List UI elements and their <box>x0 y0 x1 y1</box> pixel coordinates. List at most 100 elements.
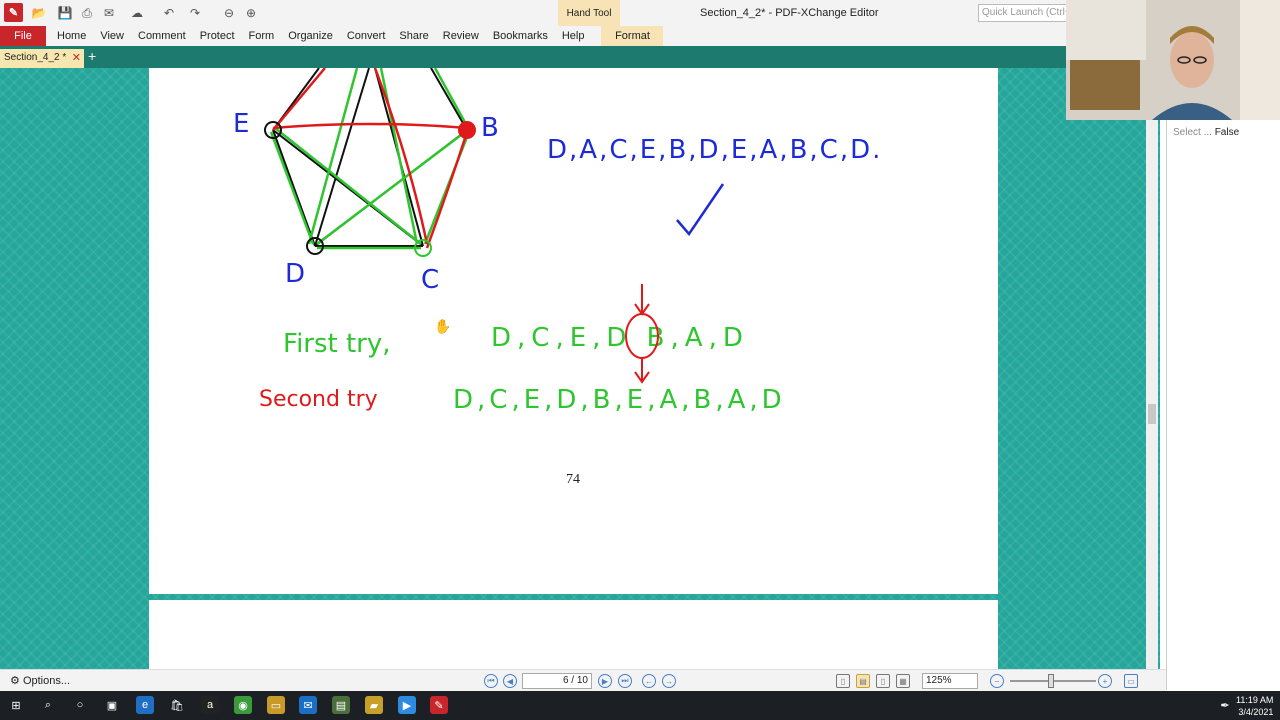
pen-icon[interactable]: ✒ <box>1216 696 1234 714</box>
store-icon[interactable]: 🛍 <box>168 696 186 714</box>
document-tab-label: Section_4_2 * <box>4 52 67 63</box>
hand-cursor-icon: ✋ <box>434 318 452 334</box>
first-page-icon[interactable]: ⏮ <box>484 674 498 688</box>
menu-review[interactable]: Review <box>436 26 486 46</box>
save-icon[interactable]: 💾 <box>56 4 74 22</box>
document-tab[interactable]: Section_4_2 * ✕ <box>0 49 84 68</box>
continuous-facing-view-icon[interactable]: ▦ <box>896 674 910 688</box>
previous-page-icon[interactable]: ◀ <box>503 674 517 688</box>
facing-view-icon[interactable]: ▯ <box>876 674 890 688</box>
continuous-view-icon[interactable]: ▤ <box>856 674 870 688</box>
page-number-input[interactable]: 6 / 10 <box>522 673 592 689</box>
menu-comment[interactable]: Comment <box>131 26 193 46</box>
cortana-icon[interactable]: ○ <box>71 696 89 714</box>
menu-form[interactable]: Form <box>242 26 282 46</box>
app-logo-icon: ✎ <box>4 3 23 22</box>
open-folder-icon[interactable]: 📂 <box>30 4 48 22</box>
menu-protect[interactable]: Protect <box>193 26 242 46</box>
clock-date: 3/4/2021 <box>1238 707 1274 717</box>
first-try-label: First try, <box>283 329 391 359</box>
menu-organize[interactable]: Organize <box>281 26 340 46</box>
quick-launch-input[interactable]: Quick Launch (Ctrl+. <box>978 4 1068 22</box>
print-icon[interactable]: ⎙ <box>78 4 96 22</box>
page-number: 74 <box>566 472 580 487</box>
check-mark-icon <box>676 183 725 237</box>
webcam-image <box>1066 0 1280 120</box>
title-bar: ✎ 📂 💾 ⎙ ✉ ☁ ↶ ↷ ⊖ ⊕ Hand Tool Section_4_… <box>0 0 1068 26</box>
vertex-label-b: B <box>481 113 499 143</box>
back-icon[interactable]: ⊖ <box>220 4 238 22</box>
menu-format[interactable]: Format <box>601 26 664 46</box>
system-clock[interactable]: 11:19 AM 3/4/2021 <box>1236 694 1273 718</box>
forward-icon[interactable]: ⊕ <box>242 4 260 22</box>
pdf-next-page[interactable] <box>149 600 998 669</box>
chrome-icon[interactable]: ◉ <box>234 696 252 714</box>
status-bar: ⚙ Options... ⏮ ◀ 6 / 10 ▶ ⏭ ← → ▯ ▤ ▯ ▦ … <box>0 669 1166 691</box>
menu-convert[interactable]: Convert <box>340 26 393 46</box>
single-page-view-icon[interactable]: ▯ <box>836 674 850 688</box>
mail-icon[interactable]: ✉ <box>299 696 317 714</box>
zoom-select[interactable]: 125% <box>922 673 978 689</box>
properties-panel: Select ... False <box>1166 120 1280 690</box>
edge-browser-icon[interactable]: e <box>136 696 154 714</box>
menu-bookmarks[interactable]: Bookmarks <box>486 26 555 46</box>
first-try-sequence: D,C,E,D B,A,D <box>491 323 749 353</box>
new-tab-icon[interactable]: + <box>88 48 96 64</box>
property-label: Select ... <box>1173 127 1212 138</box>
vertex-label-e: E <box>233 109 249 139</box>
green-edges <box>269 68 471 250</box>
gear-icon: ⚙ <box>10 675 20 687</box>
task-view-icon[interactable]: ▣ <box>103 696 121 714</box>
next-view-icon[interactable]: → <box>662 674 676 688</box>
last-page-icon[interactable]: ⏭ <box>618 674 632 688</box>
menu-view[interactable]: View <box>93 26 131 46</box>
document-tab-strip: Section_4_2 * ✕ + <box>0 46 1066 68</box>
hand-tool-context-tab[interactable]: Hand Tool <box>558 0 620 26</box>
zoom-out-icon[interactable]: − <box>990 674 1004 688</box>
menu-home[interactable]: Home <box>50 26 93 46</box>
zoom-in-icon[interactable]: + <box>1098 674 1112 688</box>
second-try-sequence: D,C,E,D,B,E,A,B,A,D <box>453 385 786 415</box>
pdf-xchange-taskbar-icon[interactable]: ✎ <box>430 696 448 714</box>
options-button[interactable]: ⚙ Options... <box>10 674 70 687</box>
down-arrow-icon <box>634 284 650 316</box>
fullscreen-icon[interactable]: ▭ <box>1124 674 1138 688</box>
windows-start-icon[interactable]: ⊞ <box>7 696 25 714</box>
options-label: Options... <box>22 675 71 687</box>
graph-vertices <box>264 121 476 257</box>
vertex-label-d: D <box>285 259 305 289</box>
email-icon[interactable]: ✉ <box>100 4 118 22</box>
scan-icon[interactable]: ☁ <box>128 4 146 22</box>
zoom-app-icon[interactable]: ▶ <box>398 696 416 714</box>
euler-circuit-sequence: D,A,C,E,B,D,E,A,B,C,D. <box>547 135 882 165</box>
folder-icon[interactable]: ▰ <box>365 696 383 714</box>
windows-taskbar: ⊞ ⌕ ○ ▣ e 🛍 a ◉ ▭ ✉ ▤ ▰ ▶ ✎ ✒ 11:19 AM 3… <box>0 691 1280 720</box>
vertex-label-c: C <box>421 265 439 295</box>
next-page-icon[interactable]: ▶ <box>598 674 612 688</box>
zoom-slider-thumb[interactable] <box>1048 674 1054 688</box>
redo-icon[interactable]: ↷ <box>186 4 204 22</box>
menu-help[interactable]: Help <box>555 26 592 46</box>
vertical-scrollbar[interactable] <box>1146 68 1158 669</box>
webcam-overlay <box>1066 0 1280 120</box>
undo-icon[interactable]: ↶ <box>160 4 178 22</box>
second-try-label: Second try <box>259 387 378 412</box>
search-icon[interactable]: ⌕ <box>39 696 57 714</box>
ribbon-menu-bar: File Home View Comment Protect Form Orga… <box>0 26 1066 46</box>
document-workspace[interactable]: E B D C D,A,C,E,B,D,E,A,B,C,D. First try… <box>0 68 1160 669</box>
menu-share[interactable]: Share <box>392 26 435 46</box>
properties-row[interactable]: Select ... False <box>1167 120 1280 145</box>
app-icon[interactable]: ▤ <box>332 696 350 714</box>
pdf-page[interactable]: E B D C D,A,C,E,B,D,E,A,B,C,D. First try… <box>149 68 998 594</box>
ink-annotations: E B D C D,A,C,E,B,D,E,A,B,C,D. First try… <box>233 68 882 415</box>
down-arrow-icon <box>634 358 650 384</box>
red-edges <box>272 68 469 249</box>
file-explorer-icon[interactable]: ▭ <box>267 696 285 714</box>
property-value: False <box>1214 127 1240 138</box>
close-tab-icon[interactable]: ✕ <box>72 51 81 64</box>
previous-view-icon[interactable]: ← <box>642 674 656 688</box>
amazon-icon[interactable]: a <box>201 696 219 714</box>
clock-time: 11:19 AM <box>1236 695 1274 705</box>
scrollbar-thumb[interactable] <box>1148 404 1156 424</box>
menu-file[interactable]: File <box>0 26 46 46</box>
